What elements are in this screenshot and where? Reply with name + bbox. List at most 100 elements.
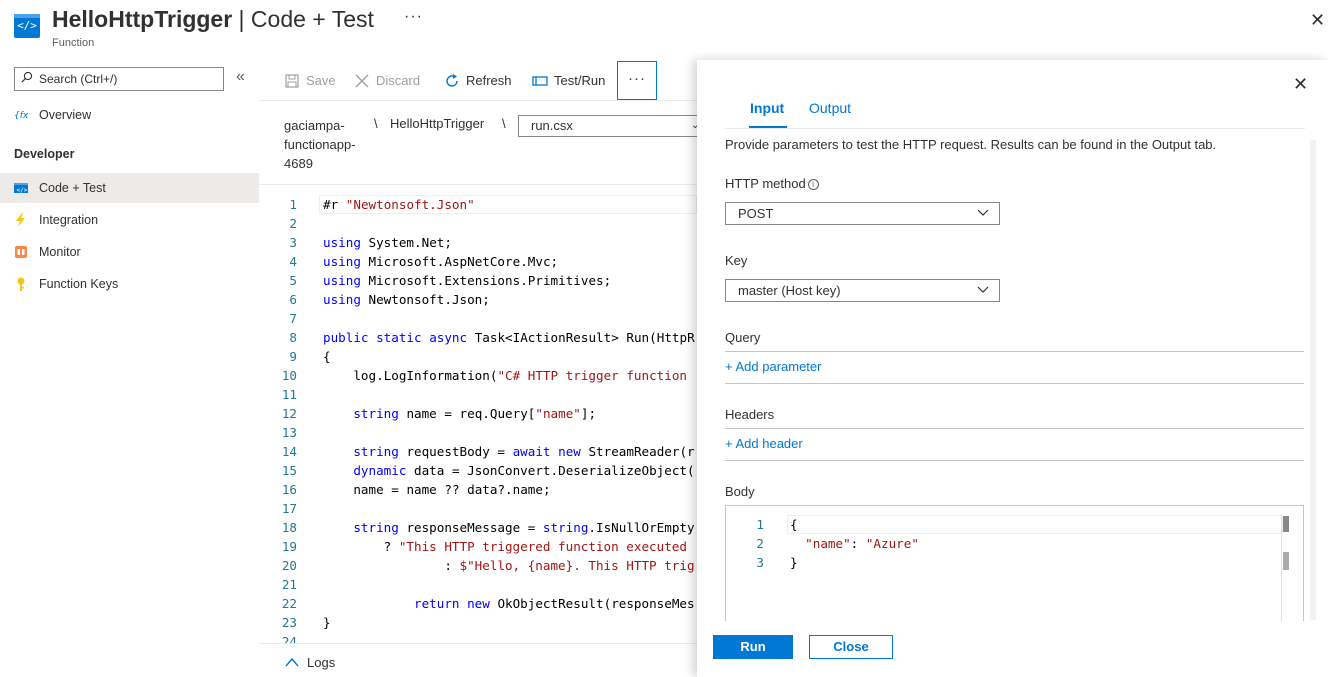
sidebar-item-label: Integration <box>39 213 99 227</box>
discard-icon <box>355 74 369 88</box>
code-line: 10 log.LogInformation("C# HTTP trigger f… <box>259 366 697 385</box>
line-number: 2 <box>756 536 764 551</box>
panel-footer: Run Close <box>697 621 1328 677</box>
file-select-dropdown[interactable]: run.csx ⌄ <box>518 115 708 137</box>
tab-active-indicator <box>749 126 787 128</box>
editor-divider <box>259 184 697 185</box>
sidebar-collapse-button[interactable]: « <box>236 68 245 86</box>
run-button[interactable]: Run <box>713 635 793 659</box>
logs-toggle[interactable]: Logs <box>285 655 335 670</box>
line-number: 17 <box>281 501 297 516</box>
line-number: 22 <box>281 596 297 611</box>
svg-text:{fx}: {fx} <box>14 111 28 121</box>
tab-divider <box>725 128 1305 129</box>
code-line: 24 <box>259 632 697 643</box>
code-line-text: ? "This HTTP triggered function executed <box>323 539 687 554</box>
header-more-button[interactable]: ··· <box>404 8 423 26</box>
sidebar-item-code-test[interactable]: </> Code + Test <box>0 173 259 203</box>
line-number: 12 <box>281 406 297 421</box>
http-method-value: POST <box>738 206 774 221</box>
test-run-icon <box>532 76 548 86</box>
logs-bar[interactable]: Logs <box>259 643 697 677</box>
tab-output[interactable]: Output <box>809 100 851 116</box>
line-number: 18 <box>281 520 297 535</box>
code-editor[interactable]: 1 #r "Newtonsoft.Json" 2 3 using System.Net;… <box>259 195 697 643</box>
code-line-text: using System.Net; <box>323 235 452 250</box>
line-number: 23 <box>281 615 297 630</box>
code-line-text: using Microsoft.AspNetCore.Mvc; <box>323 254 559 269</box>
chevron-down-icon <box>977 286 989 293</box>
save-button[interactable]: Save <box>284 70 336 92</box>
body-label: Body <box>725 484 755 499</box>
code-line-text: : $"Hello, {name}. This HTTP trig <box>323 558 695 573</box>
line-number: 2 <box>289 216 297 231</box>
sidebar-search-placeholder: Search (Ctrl+/) <box>39 72 118 86</box>
panel-scrollbar[interactable] <box>1310 140 1316 620</box>
line-number: 9 <box>289 349 297 364</box>
code-line: 23} <box>259 613 697 632</box>
panel-close-button[interactable]: ✕ <box>1293 74 1308 95</box>
sidebar-search-input[interactable]: Search (Ctrl+/) <box>14 67 224 91</box>
key-select[interactable]: master (Host key) <box>725 279 1000 302</box>
page-title: HelloHttpTrigger | Code + Test <box>52 6 374 33</box>
code-line: 12 string name = req.Query["name"]; <box>259 404 697 423</box>
code-line: 17 <box>259 499 697 518</box>
add-header-link[interactable]: + Add header <box>725 436 803 451</box>
discard-button[interactable]: Discard <box>354 70 420 92</box>
page-header: </> HelloHttpTrigger | Code + Test Funct… <box>0 0 1328 60</box>
sidebar-item-function-keys[interactable]: Function Keys <box>0 269 259 299</box>
toolbar-divider <box>259 100 697 101</box>
sidebar-item-monitor[interactable]: Monitor <box>0 237 259 267</box>
key-value: master (Host key) <box>738 283 841 298</box>
http-method-select[interactable]: POST <box>725 202 1000 225</box>
body-scroll-thumb[interactable] <box>1283 516 1289 532</box>
breadcrumb-function-app[interactable]: gaciampa-functionapp-4689 <box>284 116 374 173</box>
sidebar-item-label: Overview <box>39 108 92 122</box>
code-line-text: log.LogInformation("C# HTTP trigger func… <box>353 368 687 383</box>
code-line: 21 <box>259 575 697 594</box>
sidebar-item-integration[interactable]: Integration <box>0 205 259 235</box>
sidebar-item-label: Monitor <box>39 245 81 259</box>
headers-divider <box>725 428 1304 429</box>
line-number: 14 <box>281 444 297 459</box>
line-number: 1 <box>289 197 297 212</box>
code-line-text: dynamic data = JsonConvert.DeserializeOb… <box>353 463 695 478</box>
close-button[interactable]: Close <box>809 635 893 659</box>
headers-bottom-divider <box>725 460 1304 461</box>
tab-input[interactable]: Input <box>750 100 784 116</box>
blade-close-button[interactable]: ✕ <box>1310 10 1325 31</box>
sidebar-section-developer: Developer <box>14 147 75 161</box>
body-line-text: { <box>790 517 798 532</box>
code-line: 2 <box>259 214 697 233</box>
code-line-text: using Microsoft.Extensions.Primitives; <box>323 273 612 288</box>
test-run-button-label: Test/Run <box>554 73 606 88</box>
body-editor[interactable]: 1{2 "name": "Azure" 3} <box>725 505 1304 623</box>
line-number: 16 <box>281 482 297 497</box>
breadcrumb-separator: \ <box>502 116 506 131</box>
line-number: 1 <box>756 517 764 532</box>
line-number: 13 <box>281 425 297 440</box>
line-number: 21 <box>281 577 297 592</box>
line-number: 3 <box>289 235 297 250</box>
body-scrollbar[interactable] <box>1281 514 1295 622</box>
page-title-rest: | Code + Test <box>232 6 374 32</box>
test-run-button[interactable]: Test/Run <box>532 70 605 92</box>
add-parameter-link[interactable]: + Add parameter <box>725 359 821 374</box>
body-line-text: "name": "Azure" <box>805 536 919 551</box>
http-method-label: HTTP method i <box>725 176 819 191</box>
line-number: 3 <box>756 555 764 570</box>
code-line: 14 string requestBody = await new Stream… <box>259 442 697 461</box>
save-icon <box>285 74 299 88</box>
breadcrumb-function[interactable]: HelloHttpTrigger <box>390 116 484 131</box>
code-line: 22 return new OkObjectResult(responseMes <box>259 594 697 613</box>
info-icon[interactable]: i <box>807 179 819 190</box>
refresh-button[interactable]: Refresh <box>444 70 512 92</box>
toolbar-more-button[interactable]: ··· <box>617 61 657 100</box>
sidebar-item-overview[interactable]: {fx} Overview <box>0 100 259 130</box>
code-line-text: using Newtonsoft.Json; <box>323 292 490 307</box>
code-line: 15 dynamic data = JsonConvert.Deserializ… <box>259 461 697 480</box>
code-line-text: return new OkObjectResult(responseMes <box>414 596 695 611</box>
body-scroll-marker <box>1283 552 1289 570</box>
chevron-up-icon <box>285 657 299 667</box>
line-number: 6 <box>289 292 297 307</box>
